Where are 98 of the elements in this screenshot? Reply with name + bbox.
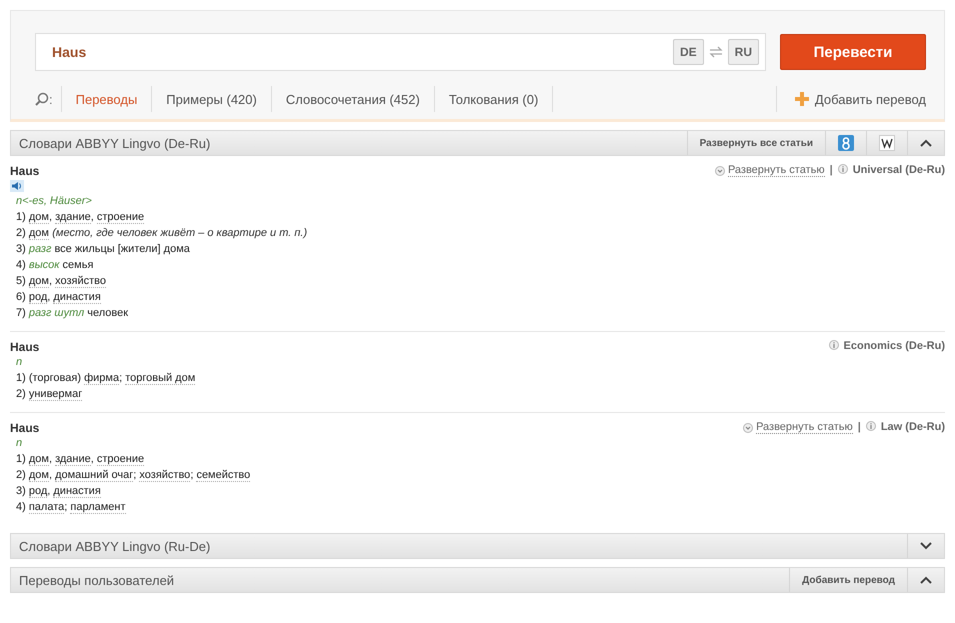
tab[interactable]: Толкования (0) [434, 86, 552, 112]
meaning-number: 6) [16, 291, 26, 303]
translation-link[interactable]: дом [28, 211, 49, 224]
headword: Haus [10, 164, 40, 179]
translation-link[interactable]: парламент [70, 501, 126, 514]
info-icon [828, 340, 839, 350]
sound-button[interactable] [10, 180, 24, 192]
translation-link[interactable]: домашний очаг [55, 469, 134, 482]
meaning-number: 2) [16, 469, 26, 481]
translation-link[interactable]: дом [28, 469, 49, 482]
grammar-note: n [15, 355, 24, 370]
meaning-number: 4) [16, 501, 26, 513]
section-title: Словари ABBYY Lingvo (De-Ru) [18, 136, 212, 150]
grammar-note: n [15, 436, 24, 451]
translation-link[interactable]: род [28, 485, 48, 498]
translation-link[interactable]: строение [96, 453, 144, 466]
translation-link[interactable]: род [28, 291, 48, 304]
translate-button[interactable]: Перевести [780, 34, 926, 70]
translation-link[interactable]: торговый дом [125, 372, 196, 385]
translation-link[interactable]: фирма [84, 372, 120, 385]
usage-label: высок [28, 259, 60, 271]
google-icon [838, 135, 854, 151]
translation-link[interactable]: палата [28, 501, 64, 514]
translation-link[interactable]: универмаг [28, 388, 82, 401]
meaning-number: 2) [16, 227, 26, 239]
target-language[interactable]: RU [728, 39, 759, 65]
section-title: Переводы пользователей [18, 572, 176, 588]
search-input[interactable]: Haus [50, 43, 669, 61]
dictionary-name[interactable]: Economics (De-Ru) [844, 340, 945, 352]
translation-link[interactable]: хозяйство [139, 469, 190, 482]
meaning-text: ; [133, 469, 138, 481]
meaning-text: все жильцы [жители] дома [53, 243, 190, 255]
meaning-number: 5) [16, 275, 26, 287]
grammar-note: n<-es, Häuser> [15, 194, 93, 209]
info-icon [866, 421, 876, 431]
meaning-text: , [48, 469, 54, 481]
translation-link[interactable]: династия [53, 485, 101, 498]
translation-link[interactable]: семейство [196, 469, 250, 482]
meaning-number: 1) [16, 372, 26, 384]
meaning-text: ; [119, 372, 124, 384]
meaning-text: ; [190, 469, 194, 481]
expand-entry-link[interactable]: Развернуть статью [743, 421, 853, 434]
dictionary-name[interactable]: Law (De-Ru) [880, 421, 945, 433]
translation-link[interactable]: здание [55, 453, 91, 466]
meaning-text: , [90, 453, 95, 465]
headword: Haus [10, 421, 40, 436]
meaning-text: , [48, 453, 54, 465]
meaning-text: человек [86, 307, 128, 319]
tab[interactable]: Примеры (420) [151, 86, 271, 112]
tab[interactable]: Переводы [60, 86, 152, 112]
usage-note: (место, где человек живёт – о квартире и т. п.) [52, 227, 308, 239]
expand-all-button[interactable]: Развернуть все статьи [686, 131, 825, 155]
headword: Haus [10, 340, 40, 355]
meaning-number: 3) [16, 485, 26, 497]
separator: | [858, 421, 861, 433]
section-title: Словари ABBYY Lingvo (Ru-De) [18, 538, 212, 554]
usage-label: разг [28, 243, 52, 255]
translation-link[interactable]: дом [28, 453, 49, 466]
translation-link[interactable]: дом [28, 227, 49, 240]
meaning-text: (торговая) [28, 372, 82, 384]
chevron-up-icon [920, 576, 932, 584]
separator: | [830, 164, 833, 176]
meaning-number: 3) [16, 243, 26, 255]
chevron-circle-icon [714, 166, 725, 176]
translation-link[interactable]: династия [53, 291, 101, 304]
chevron-up-icon [920, 139, 932, 147]
meaning-number: 1) [16, 211, 26, 223]
meaning-text: , [48, 275, 54, 287]
meaning-number: 4) [16, 259, 26, 271]
meaning-text: ; [64, 501, 68, 513]
meaning-text: , [90, 211, 95, 223]
plus-icon [794, 92, 809, 106]
meaning-number: 1) [16, 453, 26, 465]
translation-link[interactable]: дом [28, 275, 49, 288]
dictionary-name[interactable]: Universal (De-Ru) [852, 164, 945, 176]
meaning-text: семья [62, 259, 94, 271]
expand-entry-link[interactable]: Развернуть статью [714, 164, 825, 177]
add-translation-button[interactable]: Добавить перевод [789, 568, 907, 592]
search-icon [35, 92, 49, 106]
translation-link[interactable]: хозяйство [55, 275, 106, 288]
search-field[interactable]: Haus DE RU [35, 33, 766, 71]
info-icon [838, 164, 848, 174]
usage-label: разг шутл [28, 307, 84, 319]
translation-link[interactable]: строение [96, 211, 144, 224]
tab[interactable]: Словосочетания (452) [270, 86, 434, 112]
meaning-text: , [47, 485, 52, 497]
meaning-text: , [47, 291, 52, 303]
wiki-icon [879, 135, 895, 151]
translation-link[interactable]: здание [55, 211, 91, 224]
meaning-number: 2) [16, 388, 26, 400]
chevron-circle-icon [743, 422, 754, 432]
chevron-down-icon [920, 542, 932, 550]
speaker-icon [12, 182, 22, 190]
meaning-number: 7) [16, 307, 26, 319]
tabs-colon: : [49, 92, 53, 106]
source-language[interactable]: DE [672, 39, 704, 65]
meaning-text: , [48, 211, 54, 223]
add-translation-link[interactable]: Добавить перевод [776, 86, 926, 112]
